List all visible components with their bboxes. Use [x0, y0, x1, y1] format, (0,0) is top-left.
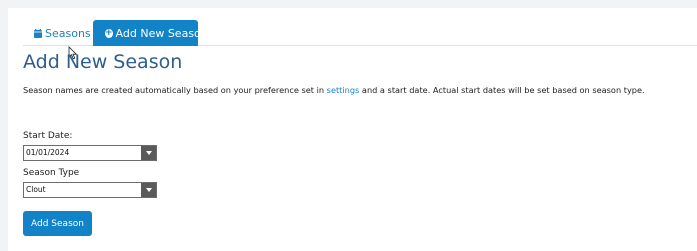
chevron-down-icon — [145, 188, 152, 192]
season-type-label: Season Type — [23, 168, 80, 178]
description-text-after: and a start date. Actual start dates wil… — [359, 85, 645, 95]
calendar-icon — [34, 28, 42, 38]
add-season-button[interactable]: Add Season — [23, 211, 92, 236]
start-date-value: 01/01/2024 — [26, 148, 70, 157]
tab-bar: Seasons + Add New Season — [23, 20, 697, 46]
page-description: Season names are created automatically b… — [23, 85, 693, 95]
start-date-dropdown-button[interactable] — [141, 146, 156, 160]
description-text-before: Season names are created automatically b… — [23, 85, 327, 95]
tab-seasons[interactable]: Seasons — [23, 20, 93, 46]
season-type-select[interactable]: Clout — [23, 182, 157, 198]
start-date-label: Start Date: — [23, 131, 73, 141]
chevron-down-icon — [145, 151, 152, 155]
plus-circle-icon: + — [105, 27, 113, 38]
start-date-select[interactable]: 01/01/2024 — [23, 145, 157, 161]
season-type-value: Clout — [26, 185, 46, 194]
season-type-dropdown-button[interactable] — [141, 183, 156, 197]
page-title: Add New Season — [23, 51, 183, 73]
settings-link[interactable]: settings — [327, 85, 360, 95]
tab-seasons-label: Seasons — [45, 26, 91, 40]
tab-add-new-season[interactable]: + Add New Season — [93, 20, 208, 46]
content-panel: Seasons + Add New Season Add New Season … — [8, 8, 697, 251]
tab-add-new-season-label: Add New Season — [115, 26, 208, 40]
